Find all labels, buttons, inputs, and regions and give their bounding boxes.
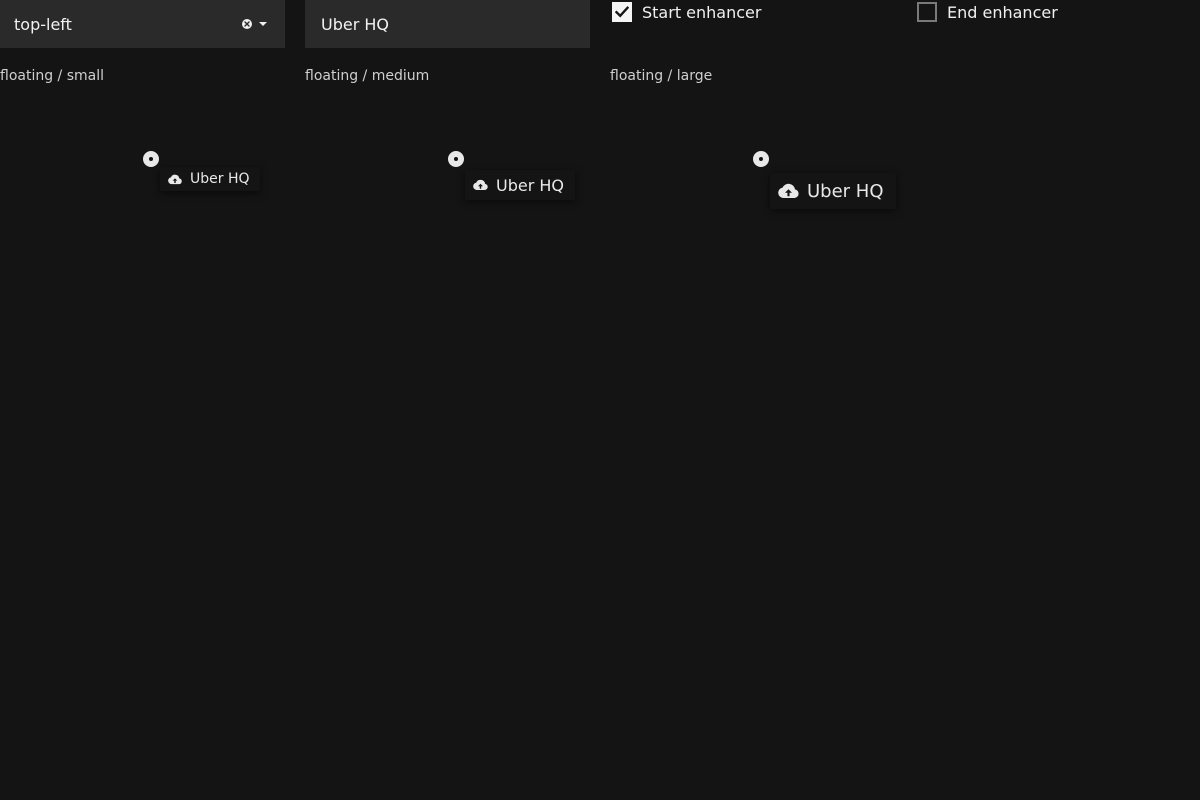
end-enhancer-label: End enhancer — [947, 2, 1058, 22]
marker-label-input[interactable] — [305, 0, 590, 48]
checkbox-unchecked-icon[interactable] — [917, 2, 937, 22]
anchor-dot-icon — [753, 151, 769, 167]
placement-select-value: top-left — [14, 14, 72, 34]
floating-marker-medium[interactable]: Uber HQ — [465, 170, 575, 200]
clear-icon[interactable] — [242, 19, 252, 29]
marker-label: Uber HQ — [807, 180, 884, 202]
section-label-large: floating / large — [610, 68, 713, 84]
end-enhancer-checkbox[interactable]: End enhancer — [917, 2, 1058, 22]
start-enhancer-checkbox[interactable]: Start enhancer — [612, 2, 761, 22]
cloud-upload-icon — [778, 183, 799, 199]
anchor-dot-icon — [143, 151, 159, 167]
cloud-upload-icon — [168, 174, 182, 185]
start-enhancer-label: Start enhancer — [642, 2, 762, 22]
placement-select[interactable]: top-left — [0, 0, 285, 48]
checkbox-checked-icon[interactable] — [612, 2, 632, 22]
floating-marker-small[interactable]: Uber HQ — [160, 167, 260, 191]
chevron-down-icon[interactable] — [259, 22, 267, 26]
cloud-upload-icon — [473, 179, 488, 191]
section-label-small: floating / small — [0, 68, 105, 84]
marker-label: Uber HQ — [190, 171, 250, 187]
section-label-medium: floating / medium — [305, 68, 430, 84]
anchor-dot-icon — [448, 151, 464, 167]
marker-label: Uber HQ — [496, 175, 564, 195]
floating-marker-large[interactable]: Uber HQ — [770, 173, 896, 209]
app-root: top-left Start enhancer End enhancer flo… — [0, 0, 1200, 800]
